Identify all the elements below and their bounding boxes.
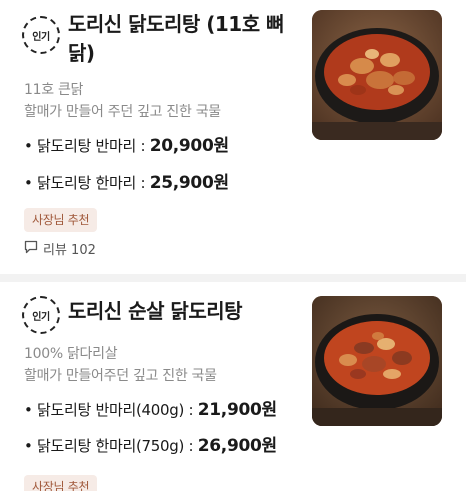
- price-amount: 25,900원: [149, 173, 229, 193]
- menu-description: 할매가 만들어 주던 깊고 진한 국물: [24, 104, 221, 120]
- owner-recommend-tag: 사장님 추천: [24, 208, 98, 232]
- price-row: • 닭도리탕 한마리(750g) : 26,900원: [24, 434, 277, 458]
- price-label: • 닭도리탕 반마리(400g) :: [24, 401, 198, 419]
- braised-chicken-photo[interactable]: [312, 10, 442, 140]
- price-label: • 닭도리탕 한마리(750g) :: [24, 437, 198, 455]
- popular-badge: 인기: [22, 296, 60, 334]
- owner-recommend-tag: 사장님 추천: [24, 475, 98, 491]
- menu-subtitle: 11호 큰닭: [24, 82, 84, 98]
- menu-item-2[interactable]: 인기 도리신 순살 닭도리탕 100% 닭다리살 할매가 만들어주던 깊고 진한…: [0, 282, 466, 491]
- menu-item-1[interactable]: 인기 도리신 닭도리탕 (11호 뼈닭) 11호 큰닭 할매가 만들어 주던 깊…: [0, 0, 466, 274]
- price-label: • 닭도리탕 반마리 :: [24, 137, 150, 155]
- price-label: • 닭도리탕 한마리 :: [24, 174, 150, 192]
- popular-badge: 인기: [22, 16, 60, 54]
- review-count-label: 리뷰 102: [43, 243, 96, 258]
- price-amount: 26,900원: [197, 436, 277, 456]
- price-row: • 닭도리탕 한마리 : 25,900원: [24, 171, 229, 195]
- price-amount: 20,900원: [149, 136, 229, 156]
- menu-title: 도리신 순살 닭도리탕: [68, 299, 243, 323]
- section-divider: [0, 274, 466, 282]
- price-row: • 닭도리탕 반마리 : 20,900원: [24, 134, 229, 158]
- review-count[interactable]: 리뷰 102: [24, 239, 96, 258]
- price-amount: 21,900원: [197, 400, 277, 420]
- speech-bubble-icon: [24, 240, 38, 258]
- price-row: • 닭도리탕 반마리(400g) : 21,900원: [24, 398, 277, 422]
- boneless-braised-chicken-photo[interactable]: [312, 296, 442, 426]
- menu-subtitle: 100% 닭다리살: [24, 346, 118, 362]
- menu-title: 도리신 닭도리탕 (11호 뼈닭): [68, 12, 284, 65]
- menu-description: 할매가 만들어주던 깊고 진한 국물: [24, 368, 217, 384]
